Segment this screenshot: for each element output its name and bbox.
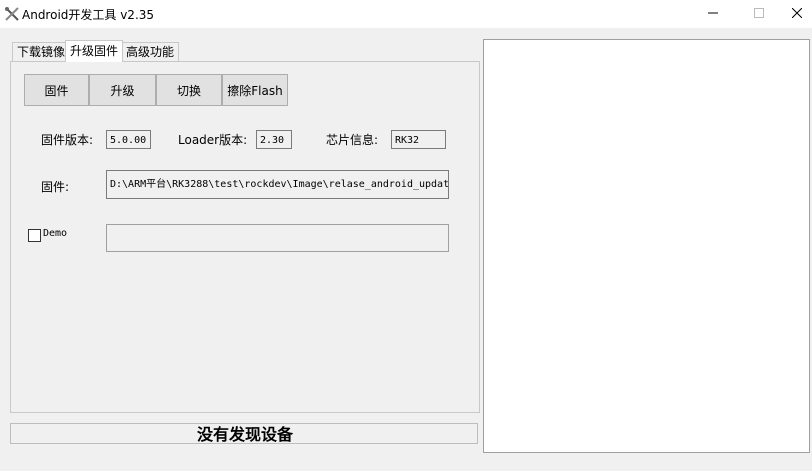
title-bar: Android开发工具 v2.35 [0,0,812,28]
loader-version-label: Loader版本: [178,133,248,147]
demo-checkbox[interactable] [28,229,41,242]
close-icon [791,7,803,21]
tab-upgrade-firmware[interactable]: 升级固件 [65,40,124,62]
erase-flash-button[interactable]: 擦除Flash [222,74,288,106]
tab-download-image[interactable]: 下载镜像 [12,42,71,61]
log-panel[interactable] [483,39,810,453]
window-title: Android开发工具 v2.35 [22,8,155,22]
maximize-button[interactable] [736,0,782,28]
firmware-path-label: 固件: [41,180,70,194]
tab-advanced-functions[interactable]: 高级功能 [121,42,180,61]
maximize-icon [754,7,764,21]
chip-info-field: RK32 [391,130,446,149]
fw-version-field: 5.0.00 [106,130,151,149]
demo-input[interactable] [106,224,449,252]
upgrade-firmware-panel: 固件 升级 切换 擦除Flash 固件版本: 5.0.00 Loader版本: … [10,61,480,413]
upgrade-button[interactable]: 升级 [89,74,156,106]
loader-version-field: 2.30 [256,130,292,149]
firmware-button[interactable]: 固件 [24,74,89,106]
switch-button[interactable]: 切换 [156,74,222,106]
tools-icon [4,6,20,22]
fw-version-label: 固件版本: [41,133,94,147]
minimize-icon [708,7,718,21]
chip-info-label: 芯片信息: [326,133,379,147]
minimize-button[interactable] [690,0,736,28]
status-text: 没有发现设备 [196,425,293,444]
close-button[interactable] [782,0,812,28]
firmware-path-field: D:\ARM平台\RK3288\test\rockdev\Image\relas… [106,170,449,199]
demo-label: Demo [43,228,68,239]
status-bar: 没有发现设备 [10,423,478,444]
